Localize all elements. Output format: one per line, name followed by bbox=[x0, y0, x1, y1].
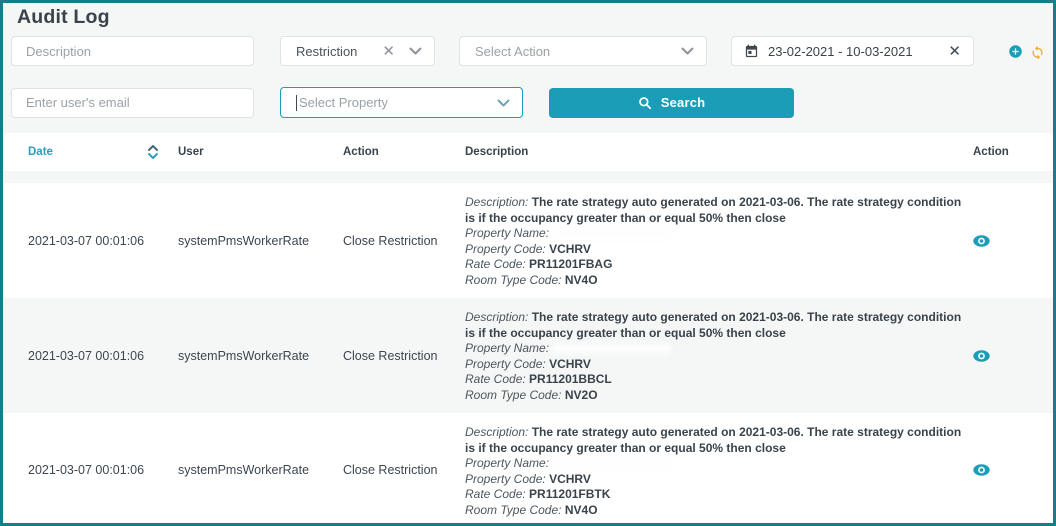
property-name-line: Property Name: bbox=[465, 456, 968, 472]
page-title: Audit Log bbox=[17, 6, 1053, 29]
filter-row-2: Select Property Search bbox=[3, 87, 1053, 118]
header-user: User bbox=[153, 146, 318, 158]
cell-action: Close Restriction bbox=[318, 298, 440, 413]
filters-panel: Audit Log Restriction ✕ Select Action bbox=[3, 3, 1053, 118]
restriction-selected-value: Restriction bbox=[296, 44, 382, 59]
header-action: Action bbox=[318, 146, 440, 158]
header-separator bbox=[3, 171, 1053, 183]
header-date[interactable]: Date bbox=[3, 144, 153, 160]
date-range-picker[interactable]: 23-02-2021 - 10-03-2021 ✕ bbox=[731, 36, 974, 66]
room-type-code-line: Room Type Code: NV4O bbox=[465, 273, 968, 289]
cell-view-action bbox=[968, 298, 1053, 413]
cell-user: systemPmsWorkerRate bbox=[153, 183, 318, 298]
property-code-line: Property Code: VCHRV bbox=[465, 472, 968, 488]
table-row: 2021-03-07 00:01:06 systemPmsWorkerRate … bbox=[3, 413, 1053, 526]
redacted-property-name bbox=[553, 344, 671, 354]
room-type-code-line: Room Type Code: NV4O bbox=[465, 503, 968, 519]
cell-action: Close Restriction bbox=[318, 183, 440, 298]
table-row: 2021-03-07 00:01:06 systemPmsWorkerRate … bbox=[3, 183, 1053, 298]
header-description: Description bbox=[440, 146, 968, 158]
cell-date: 2021-03-07 00:01:06 bbox=[3, 298, 153, 413]
property-select-placeholder: Select Property bbox=[299, 95, 497, 110]
calendar-icon bbox=[744, 44, 759, 59]
cell-date: 2021-03-07 00:01:06 bbox=[3, 413, 153, 526]
room-type-code-line: Room Type Code: NV2O bbox=[465, 388, 968, 404]
date-clear-icon[interactable]: ✕ bbox=[948, 44, 961, 59]
search-icon bbox=[638, 96, 652, 110]
action-select[interactable]: Select Action bbox=[459, 36, 707, 66]
date-range-value: 23-02-2021 - 10-03-2021 bbox=[768, 44, 948, 59]
table-header-row: Date User Action Description Action bbox=[3, 133, 1053, 171]
rate-code-line: Rate Code: PR11201BBCL bbox=[465, 372, 968, 388]
cell-description: Description: The rate strategy auto gene… bbox=[440, 183, 968, 298]
refresh-icon[interactable] bbox=[1030, 44, 1045, 59]
description-filter-input[interactable] bbox=[11, 36, 254, 66]
search-button-label: Search bbox=[661, 95, 706, 110]
table-row: 2021-03-07 00:01:06 systemPmsWorkerRate … bbox=[3, 298, 1053, 413]
property-code-line: Property Code: VCHRV bbox=[465, 242, 968, 258]
user-email-input[interactable] bbox=[11, 88, 254, 118]
text-cursor bbox=[296, 95, 297, 111]
eye-icon[interactable] bbox=[973, 464, 990, 476]
property-name-line: Property Name: bbox=[465, 341, 968, 357]
eye-icon[interactable] bbox=[973, 350, 990, 362]
redacted-property-name bbox=[553, 229, 671, 239]
property-select[interactable]: Select Property bbox=[280, 87, 523, 118]
description-text: Description: The rate strategy auto gene… bbox=[465, 425, 962, 456]
chevron-down-icon bbox=[681, 47, 694, 55]
audit-log-page: Audit Log Restriction ✕ Select Action bbox=[0, 0, 1056, 526]
cell-date: 2021-03-07 00:01:06 bbox=[3, 183, 153, 298]
cell-view-action bbox=[968, 183, 1053, 298]
property-name-line: Property Name: bbox=[465, 226, 968, 242]
search-button[interactable]: Search bbox=[549, 88, 794, 118]
restriction-select[interactable]: Restriction ✕ bbox=[280, 36, 435, 66]
header-date-label: Date bbox=[28, 146, 53, 158]
add-icon[interactable] bbox=[1008, 44, 1023, 59]
cell-action: Close Restriction bbox=[318, 413, 440, 526]
header-action-right: Action bbox=[968, 146, 1053, 158]
property-code-line: Property Code: VCHRV bbox=[465, 357, 968, 373]
toolbar-icons bbox=[1008, 44, 1053, 59]
audit-log-table: Date User Action Description Action 2021… bbox=[3, 133, 1053, 526]
eye-icon[interactable] bbox=[973, 235, 990, 247]
description-text: Description: The rate strategy auto gene… bbox=[465, 195, 962, 226]
description-text: Description: The rate strategy auto gene… bbox=[465, 310, 962, 341]
cell-user: systemPmsWorkerRate bbox=[153, 413, 318, 526]
cell-user: systemPmsWorkerRate bbox=[153, 298, 318, 413]
rate-code-line: Rate Code: PR11201FBAG bbox=[465, 257, 968, 273]
chevron-down-icon bbox=[497, 99, 510, 107]
filter-row-1: Restriction ✕ Select Action 23-02-2021 -… bbox=[3, 36, 1053, 66]
cell-description: Description: The rate strategy auto gene… bbox=[440, 298, 968, 413]
cell-view-action bbox=[968, 413, 1053, 526]
chevron-down-icon bbox=[409, 47, 422, 55]
restriction-clear-icon[interactable]: ✕ bbox=[382, 44, 395, 59]
cell-description: Description: The rate strategy auto gene… bbox=[440, 413, 968, 526]
redacted-property-name bbox=[553, 459, 671, 469]
rate-code-line: Rate Code: PR11201FBTK bbox=[465, 487, 968, 503]
action-select-placeholder: Select Action bbox=[475, 44, 681, 59]
